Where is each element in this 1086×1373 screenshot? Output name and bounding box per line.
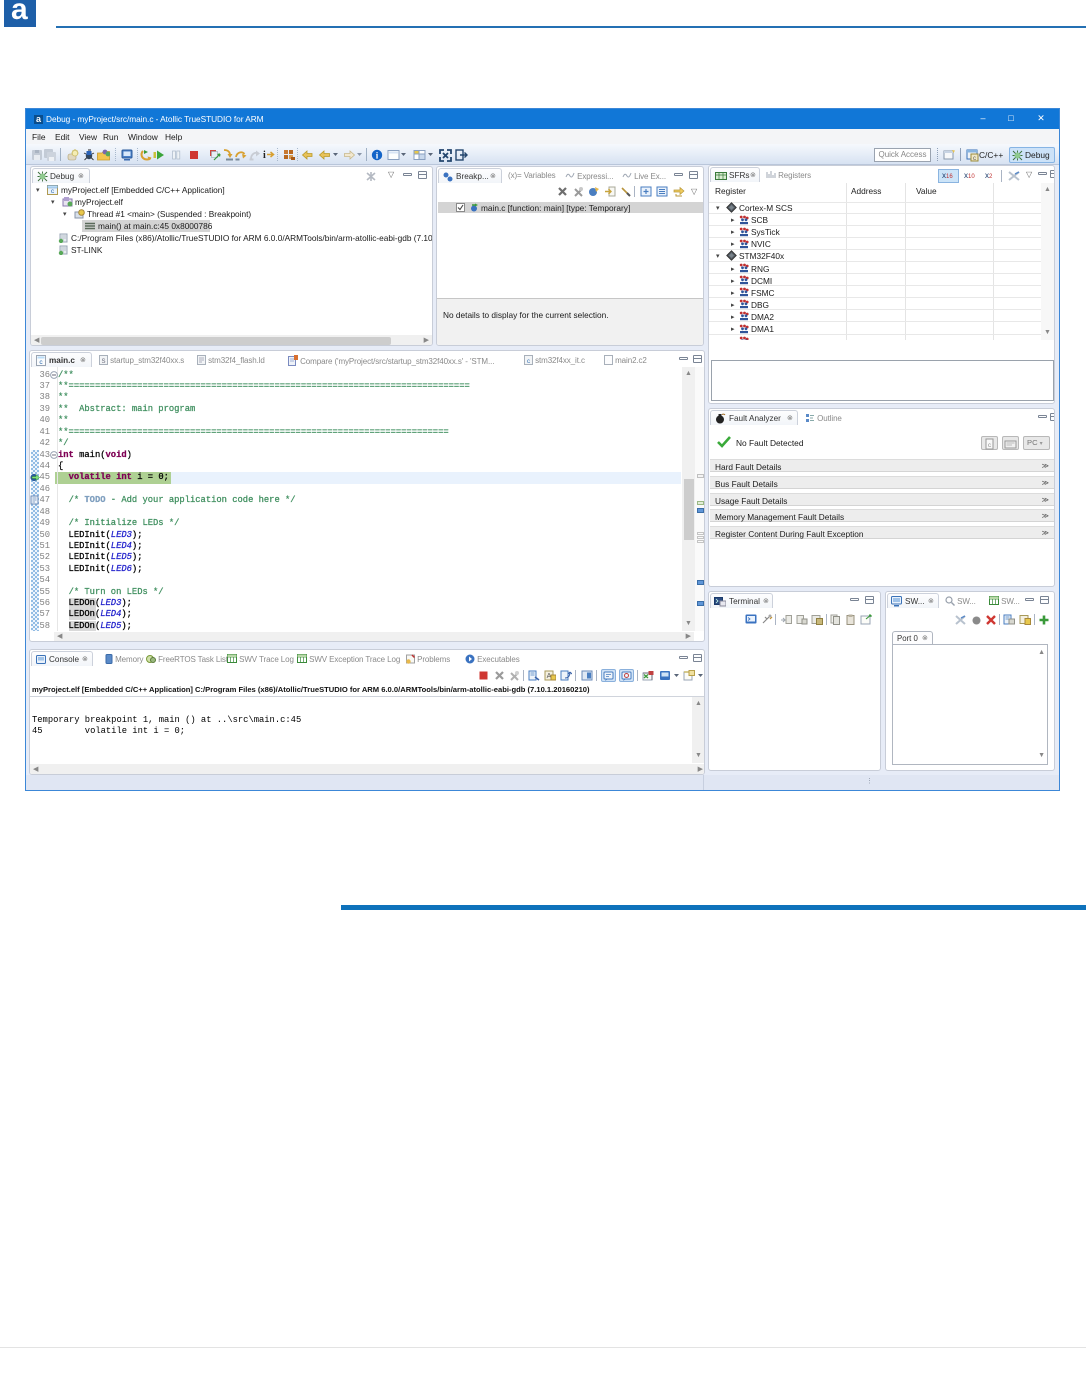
svg-text:c: c (973, 156, 976, 162)
svg-text:c: c (527, 359, 530, 365)
svg-text:c: c (988, 443, 991, 449)
svg-text:S: S (102, 359, 106, 365)
svg-text:i: i (263, 150, 266, 161)
